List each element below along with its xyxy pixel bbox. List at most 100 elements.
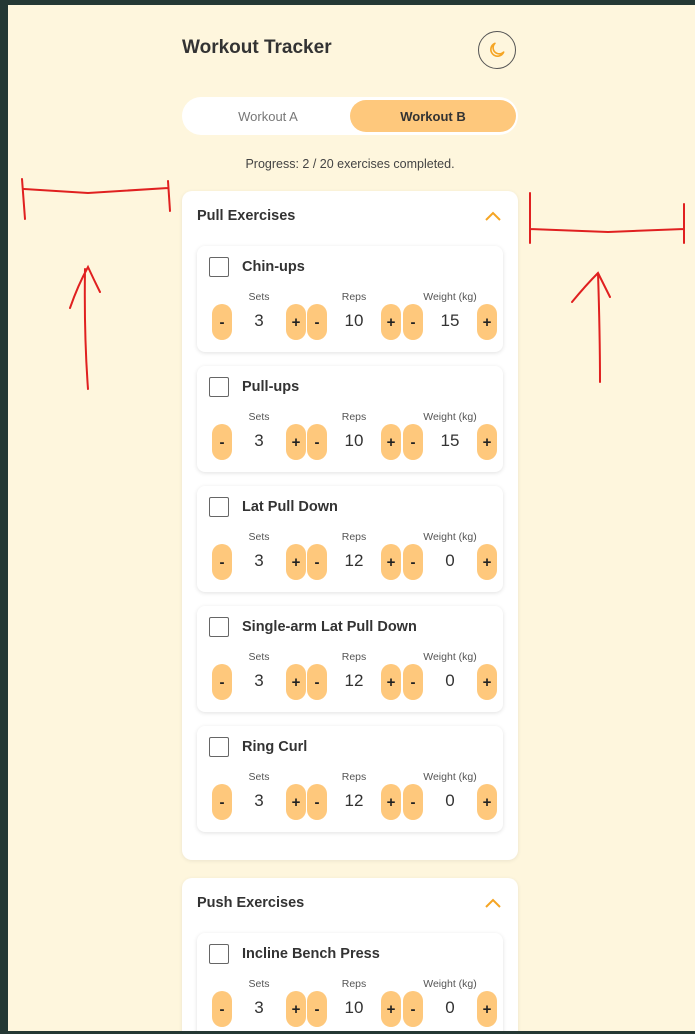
reps-decrement-button[interactable]: - — [307, 544, 327, 580]
annotation-arrow-right — [571, 271, 611, 383]
exercise-checkbox[interactable] — [209, 737, 229, 757]
moon-icon — [490, 42, 505, 57]
page: Workout Tracker Workout A Workout B Prog… — [8, 5, 695, 1031]
sets-increment-button[interactable]: + — [286, 991, 306, 1027]
sets-increment-button[interactable]: + — [286, 784, 306, 820]
sets-increment-button[interactable]: + — [286, 304, 306, 340]
header: Workout Tracker — [182, 31, 518, 75]
exercise-card: Chin-ups Sets -3 + Reps -10 + Weight (kg) -15 + — [197, 246, 503, 352]
weight-value: 0 — [445, 791, 455, 810]
weight-stepper: Weight (kg) - 0 + — [403, 531, 497, 581]
sets-stepper: Sets - 3 + — [212, 291, 306, 341]
weight-stepper: Weight (kg) - 0 + — [403, 978, 497, 1028]
sets-decrement-button[interactable]: - — [212, 424, 232, 460]
weight-decrement-button[interactable]: - — [403, 544, 423, 580]
reps-value: 12 — [344, 671, 364, 690]
weight-decrement-button[interactable]: - — [403, 664, 423, 700]
reps-increment-button[interactable]: + — [381, 304, 401, 340]
sets-increment-button[interactable]: + — [286, 544, 306, 580]
chevron-up-icon[interactable] — [484, 897, 502, 909]
tab-workout-b[interactable]: Workout B — [350, 100, 516, 132]
exercise-card: Incline Bench Press Sets -3 + Reps -10 + Weight… — [197, 933, 503, 1031]
weight-decrement-button[interactable]: - — [403, 991, 423, 1027]
sets-stepper: Sets - 3 + — [212, 978, 306, 1028]
sets-decrement-button[interactable]: - — [212, 664, 232, 700]
exercise-checkbox[interactable] — [209, 617, 229, 637]
exercise-checkbox[interactable] — [209, 944, 229, 964]
reps-label: Reps — [341, 531, 367, 543]
reps-stepper: Reps -10 + — [307, 291, 401, 341]
sets-decrement-button[interactable]: - — [212, 544, 232, 580]
sets-stepper: Sets - 3 + — [212, 651, 306, 701]
reps-value: 12 — [344, 551, 364, 570]
sets-increment-button[interactable]: + — [286, 664, 306, 700]
weight-decrement-button[interactable]: - — [403, 424, 423, 460]
weight-increment-button[interactable]: + — [477, 784, 497, 820]
reps-increment-button[interactable]: + — [381, 544, 401, 580]
weight-stepper: Weight (kg) - 0 + — [403, 771, 497, 821]
sets-decrement-button[interactable]: - — [212, 304, 232, 340]
sets-value: 3 — [254, 998, 264, 1017]
exercise-name: Single-arm Lat Pull Down — [242, 619, 417, 635]
reps-decrement-button[interactable]: - — [307, 991, 327, 1027]
page-title: Workout Tracker — [182, 37, 332, 58]
chevron-up-icon[interactable] — [484, 210, 502, 222]
reps-increment-button[interactable]: + — [381, 664, 401, 700]
sets-stepper: Sets - 3 + — [212, 771, 306, 821]
sets-value: 3 — [254, 311, 264, 330]
sets-decrement-button[interactable]: - — [212, 991, 232, 1027]
weight-stepper: Weight (kg) - 0 + — [403, 651, 497, 701]
reps-decrement-button[interactable]: - — [307, 664, 327, 700]
weight-label: Weight (kg) — [423, 771, 477, 783]
weight-increment-button[interactable]: + — [477, 304, 497, 340]
reps-value: 12 — [344, 791, 364, 810]
reps-label: Reps — [341, 978, 367, 990]
reps-increment-button[interactable]: + — [381, 424, 401, 460]
exercise-checkbox[interactable] — [209, 497, 229, 517]
reps-increment-button[interactable]: + — [381, 991, 401, 1027]
theme-toggle-button[interactable] — [478, 31, 516, 69]
reps-stepper: Reps -10 + — [307, 978, 401, 1028]
exercise-card: Pull-ups Sets -3 + Reps -10 + Weight (kg) -15 + — [197, 366, 503, 472]
sets-decrement-button[interactable]: - — [212, 784, 232, 820]
weight-increment-button[interactable]: + — [477, 424, 497, 460]
annotation-bracket-right — [529, 192, 685, 244]
exercise-checkbox[interactable] — [209, 377, 229, 397]
exercise-card: Single-arm Lat Pull Down Sets -3 + Reps -12 + W… — [197, 606, 503, 712]
exercise-name: Chin-ups — [242, 259, 305, 275]
progress-text: Progress: 2 / 20 exercises completed. — [245, 157, 455, 171]
reps-decrement-button[interactable]: - — [307, 424, 327, 460]
reps-decrement-button[interactable]: - — [307, 784, 327, 820]
tab-workout-a[interactable]: Workout A — [185, 100, 351, 132]
weight-value: 15 — [440, 431, 460, 450]
weight-decrement-button[interactable]: - — [403, 784, 423, 820]
exercise-checkbox[interactable] — [209, 257, 229, 277]
weight-label: Weight (kg) — [423, 411, 477, 423]
reps-decrement-button[interactable]: - — [307, 304, 327, 340]
weight-stepper: Weight (kg) -15 + — [403, 291, 497, 341]
reps-label: Reps — [341, 411, 367, 423]
exercise-name: Lat Pull Down — [242, 499, 338, 515]
weight-increment-button[interactable]: + — [477, 991, 497, 1027]
sets-value: 3 — [254, 791, 264, 810]
reps-label: Reps — [341, 771, 367, 783]
sets-value: 3 — [254, 431, 264, 450]
weight-increment-button[interactable]: + — [477, 664, 497, 700]
reps-value: 10 — [344, 311, 364, 330]
weight-stepper: Weight (kg) -15 + — [403, 411, 497, 461]
reps-increment-button[interactable]: + — [381, 784, 401, 820]
sets-label: Sets — [248, 651, 270, 663]
exercise-name: Pull-ups — [242, 379, 300, 395]
section-title: Pull Exercises — [197, 208, 296, 224]
workout-tabs: Workout A Workout B — [182, 97, 518, 135]
reps-stepper: Reps -12 + — [307, 651, 401, 701]
exercise-card: Ring Curl Sets -3 + Reps -12 + Weight (kg) -0 + — [197, 726, 503, 832]
weight-value: 0 — [445, 551, 455, 570]
sets-increment-button[interactable]: + — [286, 424, 306, 460]
exercise-card: Lat Pull Down Sets -3 + Reps -12 + Weight (kg) -… — [197, 486, 503, 592]
reps-stepper: Reps -12 + — [307, 771, 401, 821]
sets-label: Sets — [248, 411, 270, 423]
weight-decrement-button[interactable]: - — [403, 304, 423, 340]
weight-increment-button[interactable]: + — [477, 544, 497, 580]
reps-stepper: Reps -10 + — [307, 411, 401, 461]
